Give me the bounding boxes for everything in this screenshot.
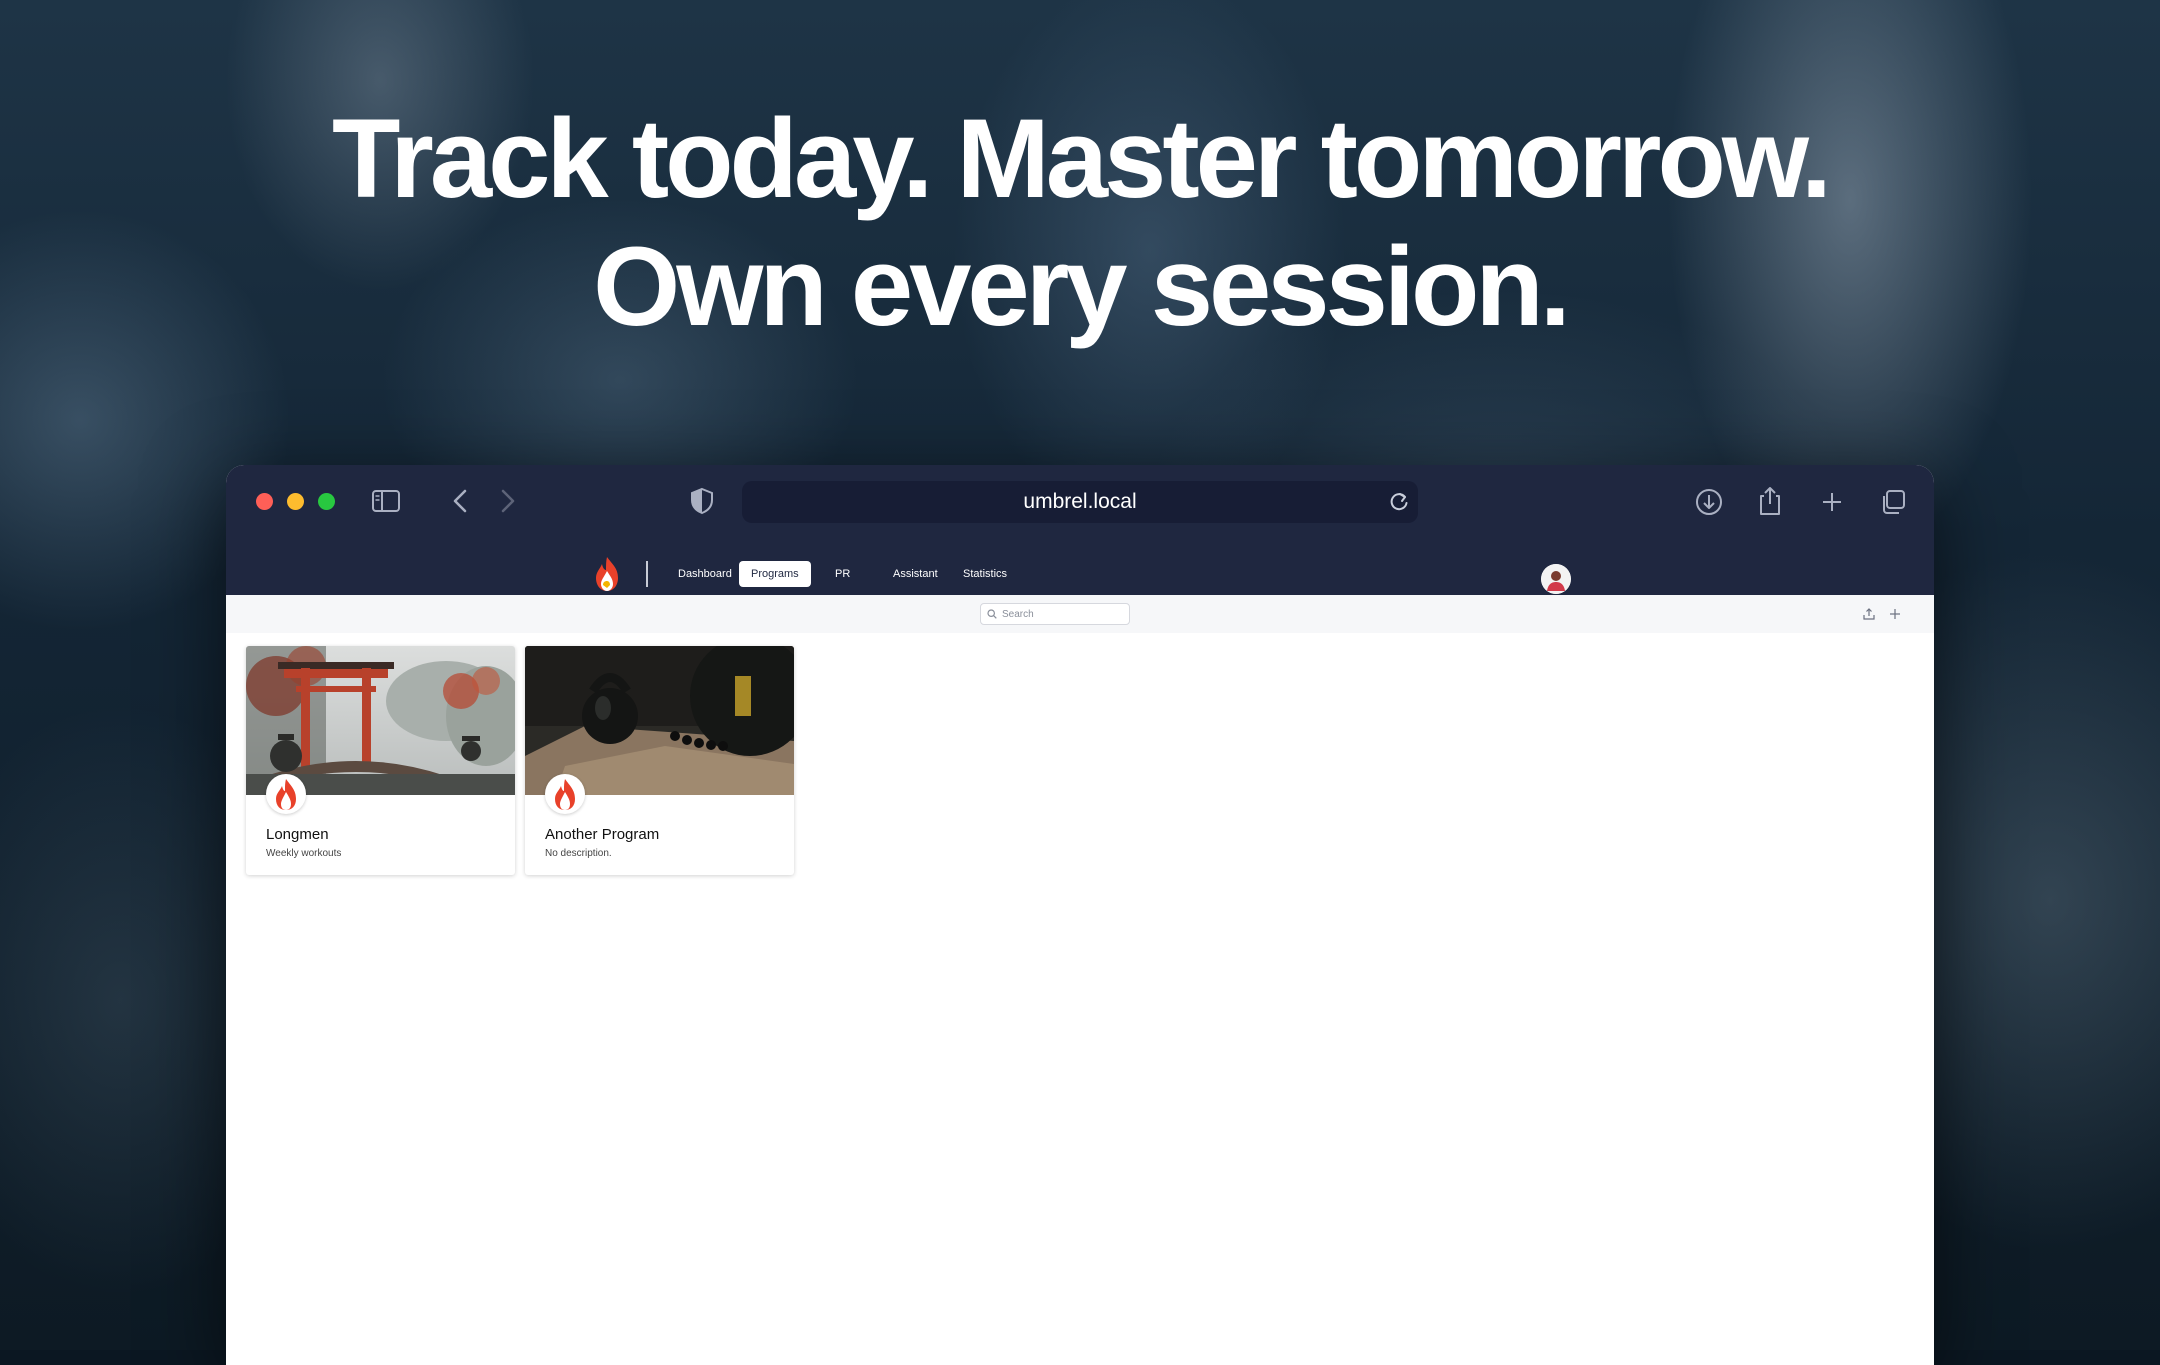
- sidebar-icon[interactable]: [370, 485, 402, 517]
- program-description: No description.: [545, 848, 612, 859]
- program-description: Weekly workouts: [266, 848, 342, 859]
- program-card[interactable]: Longmen Weekly workouts: [246, 646, 515, 875]
- nav-divider: [646, 561, 648, 587]
- headline-line-2: Own every session.: [593, 224, 1571, 349]
- headline-line-1: Track today. Master tomorrow.: [332, 96, 1832, 221]
- download-icon[interactable]: [1692, 485, 1726, 519]
- search-placeholder: Search: [1002, 608, 1034, 620]
- browser-chrome: umbrel.local Dashboard Programs PR Assis…: [226, 465, 1934, 595]
- shield-icon[interactable]: [686, 485, 718, 517]
- nav-programs[interactable]: Programs: [739, 561, 811, 587]
- program-flame-icon: [266, 774, 306, 814]
- program-title: Longmen: [266, 826, 329, 843]
- share-icon[interactable]: [1753, 483, 1787, 519]
- headline: Track today. Master tomorrow. Own every …: [0, 95, 2160, 351]
- export-icon[interactable]: [1862, 607, 1876, 621]
- program-cover-image: [246, 646, 515, 795]
- toolbar: Search: [226, 595, 1934, 633]
- window-controls: [256, 493, 335, 510]
- program-flame-icon: [545, 774, 585, 814]
- minimize-window-button[interactable]: [287, 493, 304, 510]
- nav-statistics[interactable]: Statistics: [951, 561, 1019, 587]
- url-bar[interactable]: umbrel.local: [742, 481, 1418, 523]
- program-list: Longmen Weekly workouts Another Program …: [246, 646, 794, 875]
- url-text: umbrel.local: [1023, 490, 1137, 513]
- nav-pr[interactable]: PR: [823, 561, 862, 587]
- reload-icon[interactable]: [1388, 491, 1410, 513]
- user-avatar[interactable]: [1541, 564, 1571, 594]
- plus-icon[interactable]: [1815, 485, 1849, 519]
- app-nav: Dashboard Programs PR Assistant Statisti…: [226, 549, 1934, 595]
- search-icon: [987, 609, 997, 619]
- nav-dashboard[interactable]: Dashboard: [666, 561, 744, 587]
- add-program-icon[interactable]: [1888, 607, 1902, 621]
- program-card[interactable]: Another Program No description.: [525, 646, 794, 875]
- back-icon[interactable]: [444, 485, 476, 517]
- tabs-icon[interactable]: [1876, 485, 1910, 519]
- search-input[interactable]: Search: [980, 603, 1130, 625]
- browser-window: umbrel.local Dashboard Programs PR Assis…: [226, 465, 1934, 1365]
- flame-logo-icon[interactable]: [590, 555, 624, 593]
- program-title: Another Program: [545, 826, 660, 843]
- forward-icon[interactable]: [492, 485, 524, 517]
- program-cover-image: [525, 646, 794, 795]
- nav-assistant[interactable]: Assistant: [881, 561, 950, 587]
- close-window-button[interactable]: [256, 493, 273, 510]
- app-content: Search Longmen Weekly workouts Another P…: [226, 595, 1934, 1365]
- zoom-window-button[interactable]: [318, 493, 335, 510]
